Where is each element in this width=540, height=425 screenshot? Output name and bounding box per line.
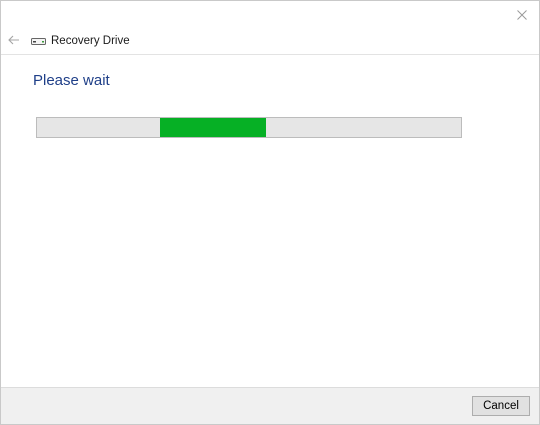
cancel-button[interactable]: Cancel: [472, 396, 530, 416]
window-header: Recovery Drive: [1, 29, 539, 53]
recovery-drive-window: Recovery Drive Please wait Cancel: [0, 0, 540, 425]
close-button[interactable]: [505, 1, 539, 29]
window-title: Recovery Drive: [51, 35, 130, 47]
drive-icon: [31, 35, 47, 47]
header-divider: [1, 54, 539, 55]
back-button[interactable]: [3, 30, 25, 52]
progress-bar-fill: [159, 118, 266, 137]
close-icon: [517, 10, 527, 20]
footer-bar: Cancel: [1, 387, 539, 424]
back-arrow-icon: [8, 32, 20, 50]
progress-bar: [36, 117, 462, 138]
page-heading: Please wait: [33, 72, 110, 89]
